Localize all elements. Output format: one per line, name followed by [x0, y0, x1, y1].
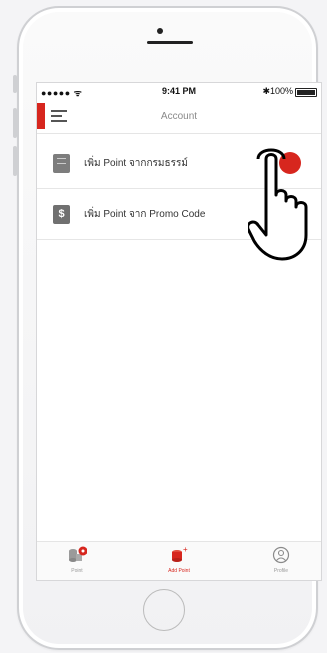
book-icon — [53, 154, 70, 173]
coins-icon — [69, 546, 87, 562]
tab-add-point[interactable]: + Add Point — [149, 546, 209, 574]
page-title: Account — [160, 111, 198, 122]
svg-text:+: + — [183, 546, 188, 554]
mute-switch — [13, 75, 17, 93]
battery-text: ✱100% — [262, 86, 293, 96]
add-coins-icon: + — [172, 546, 188, 562]
coupon-icon: $ — [53, 205, 70, 224]
nav-bar: Account — [37, 99, 321, 134]
tab-bar: Point + Add Point Profile — [37, 541, 321, 580]
list-item-label: เพิ่ม Point จากกรมธรรม์ — [84, 158, 188, 169]
home-button[interactable] — [143, 589, 185, 631]
hand-pointer-icon — [248, 148, 308, 261]
tab-label: Add Point — [168, 568, 190, 574]
tab-label: Point — [71, 568, 83, 574]
volume-down-button — [13, 146, 17, 176]
battery-icon — [295, 88, 317, 97]
tab-label: Profile — [273, 568, 289, 574]
tab-profile[interactable]: Profile — [251, 546, 311, 574]
speaker — [147, 41, 193, 44]
volume-up-button — [13, 108, 17, 138]
list-item-label: เพิ่ม Point จาก Promo Code — [84, 209, 206, 220]
camera — [157, 28, 163, 34]
tab-point[interactable]: Point — [47, 546, 107, 574]
status-bar: ●●●●● ᯤ 9:41 PM ✱100% — [37, 83, 321, 99]
profile-icon — [272, 546, 290, 564]
